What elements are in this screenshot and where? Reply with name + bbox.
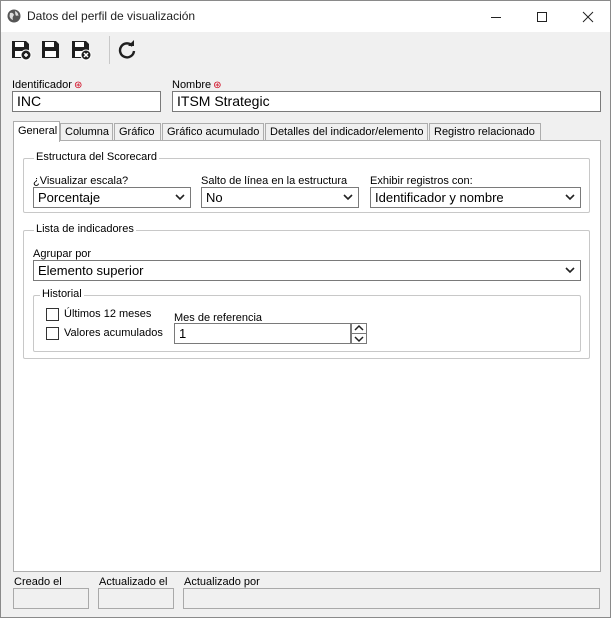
scale-select[interactable]: Porcentaje [33, 187, 191, 208]
save-close-button[interactable] [68, 37, 94, 63]
chevron-down-icon [565, 194, 575, 201]
linebreak-label: Salto de línea en la estructura [201, 175, 348, 187]
tab-grafico[interactable]: Gráfico [114, 123, 161, 141]
accumulated-values-checkbox[interactable] [46, 327, 59, 340]
refresh-button[interactable] [114, 37, 140, 63]
save-new-button[interactable] [8, 37, 34, 63]
reference-month-spinner[interactable] [351, 323, 367, 344]
updated-label: Actualizado el [99, 576, 168, 588]
indicators-group-title: Lista de indicadores [34, 223, 136, 235]
scorecard-group: Estructura del Scorecard ¿Visualizar esc… [23, 151, 590, 213]
save-close-icon [72, 41, 92, 61]
minimize-button[interactable] [473, 1, 519, 32]
required-icon: ⊛ [73, 80, 83, 91]
scorecard-group-title: Estructura del Scorecard [34, 151, 160, 163]
accumulated-values-label: Valores acumulados [64, 327, 163, 339]
display-records-label: Exhibir registros con: [370, 175, 473, 187]
refresh-icon [118, 40, 136, 59]
indicators-group: Lista de indicadores Agrupar por Element… [23, 223, 590, 359]
group-by-select-value: Elemento superior [38, 263, 144, 278]
save-new-icon [12, 41, 32, 61]
save-button[interactable] [38, 37, 64, 63]
general-tab-panel: Estructura del Scorecard ¿Visualizar esc… [13, 140, 601, 572]
close-icon [582, 11, 594, 22]
updated-by-label: Actualizado por [184, 576, 260, 588]
updated-by-field [183, 588, 600, 609]
globe-icon [7, 9, 21, 23]
scale-select-value: Porcentaje [38, 190, 101, 205]
minimize-icon [491, 16, 501, 18]
dialog-window: Datos del perfil de visualización Identi… [0, 0, 611, 618]
reference-month-input[interactable]: 1 [174, 323, 351, 344]
close-button[interactable] [565, 1, 611, 32]
linebreak-select[interactable]: No [201, 187, 359, 208]
updated-field [98, 588, 174, 609]
group-by-label: Agrupar por [33, 248, 92, 260]
toolbar [1, 32, 610, 68]
title-bar: Datos del perfil de visualización [1, 1, 610, 32]
last-12-months-label: Últimos 12 meses [64, 308, 152, 320]
created-field [13, 588, 89, 609]
name-field[interactable]: ITSM Strategic [172, 91, 601, 112]
tab-registro-relacionado[interactable]: Registro relacionado [429, 123, 541, 141]
maximize-button[interactable] [519, 1, 565, 32]
identifier-label: Identificador ⊛ [12, 79, 83, 91]
maximize-icon [537, 11, 547, 22]
name-label: Nombre ⊛ [172, 79, 222, 91]
display-records-select-value: Identificador y nombre [375, 190, 504, 205]
chevron-down-icon [343, 194, 353, 201]
history-group-title: Historial [40, 288, 84, 300]
window-title: Datos del perfil de visualización [27, 9, 196, 23]
required-icon: ⊛ [213, 80, 222, 91]
last-12-months-checkbox[interactable] [46, 308, 59, 321]
display-records-select[interactable]: Identificador y nombre [370, 187, 581, 208]
tab-general[interactable]: General [13, 121, 60, 142]
identifier-field[interactable]: INC [12, 91, 161, 112]
save-icon [42, 41, 59, 58]
chevron-down-icon [175, 194, 185, 201]
linebreak-select-value: No [206, 190, 223, 205]
chevron-down-icon [565, 267, 575, 274]
history-group: Historial Últimos 12 meses Valores acumu… [33, 288, 581, 352]
tab-grafico-acumulado[interactable]: Gráfico acumulado [162, 123, 264, 141]
group-by-select[interactable]: Elemento superior [33, 260, 581, 281]
tab-columna[interactable]: Columna [60, 123, 113, 141]
scale-label: ¿Visualizar escala? [33, 175, 129, 187]
created-label: Creado el [14, 576, 62, 588]
tab-detalles-indicador[interactable]: Detalles del indicador/elemento [265, 123, 428, 141]
toolbar-separator [109, 36, 110, 64]
spinner-arrows-icon [351, 323, 367, 344]
